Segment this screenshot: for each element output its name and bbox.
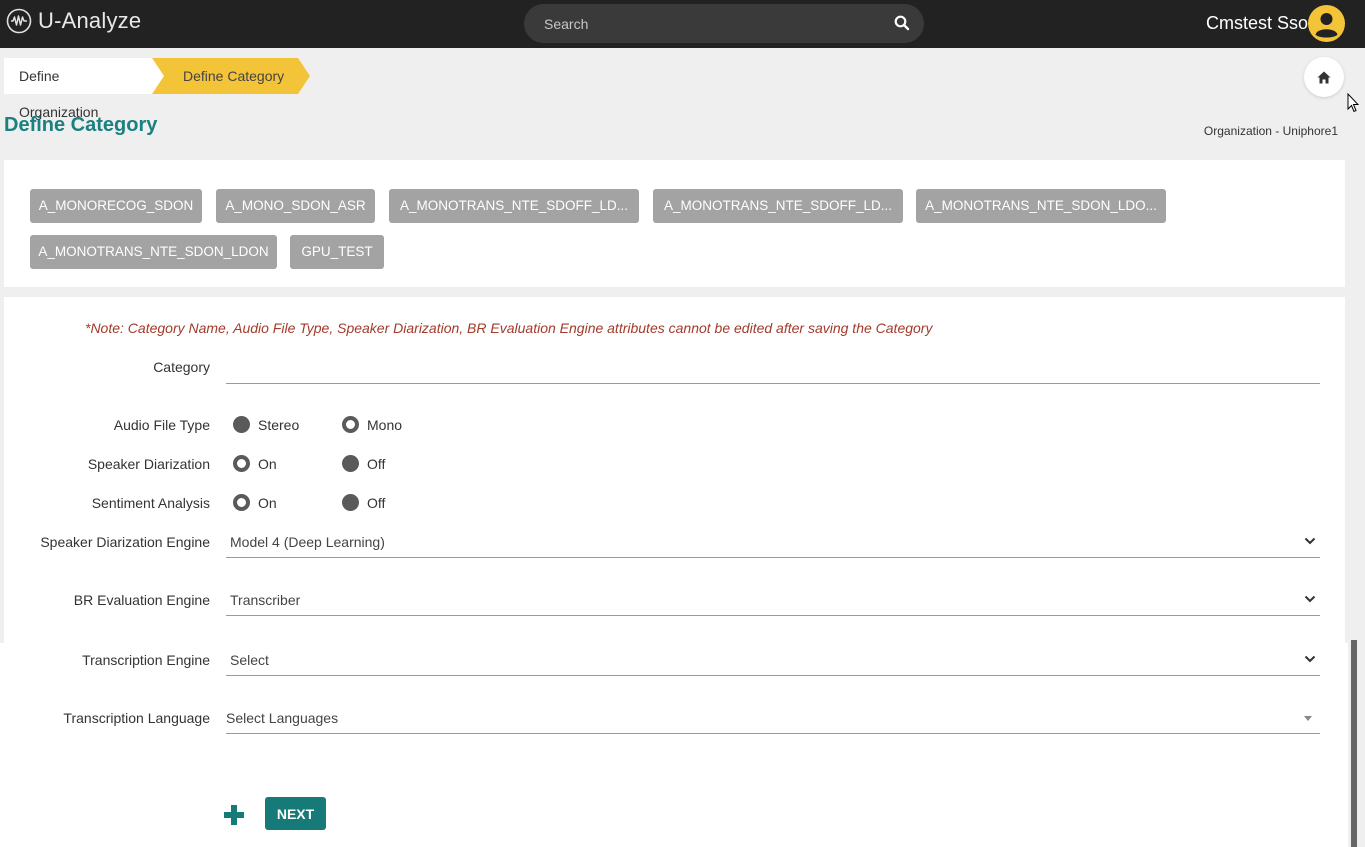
category-chip[interactable]: GPU_TEST — [290, 235, 384, 269]
br-evaluation-engine-label: BR Evaluation Engine — [73, 592, 210, 608]
waveform-logo-icon — [6, 8, 32, 34]
home-icon — [1317, 71, 1331, 83]
top-bar: U-Analyze Cmstest Sso — [0, 0, 1365, 48]
select-value: Select — [230, 652, 269, 668]
mouse-cursor-icon — [1347, 93, 1359, 113]
speaker-diarization-engine-select[interactable]: Model 4 (Deep Learning) — [226, 528, 1320, 558]
radio-speaker-diarization-on[interactable]: On — [233, 455, 277, 472]
user-avatar-icon[interactable] — [1308, 5, 1345, 42]
chevron-down-icon — [1304, 655, 1316, 663]
scrollbar-thumb[interactable] — [1351, 640, 1357, 847]
radio-unselected-icon[interactable] — [342, 494, 359, 511]
breadcrumb: Define Organization Define Category — [4, 58, 310, 120]
radio-stereo[interactable]: Stereo — [233, 416, 299, 433]
speaker-diarization-engine-label: Speaker Diarization Engine — [40, 534, 210, 550]
radio-label: Off — [367, 494, 386, 511]
user-name[interactable]: Cmstest Sso — [1206, 13, 1308, 34]
breadcrumb-define-organization[interactable]: Define Organization — [4, 58, 164, 120]
category-chip[interactable]: A_MONORECOG_SDON — [30, 189, 202, 223]
audio-file-type-label: Audio File Type — [113, 417, 210, 433]
category-chip[interactable]: A_MONOTRANS_NTE_SDON_LDO... — [916, 189, 1166, 223]
radio-sentiment-on[interactable]: On — [233, 494, 277, 511]
speaker-diarization-label: Speaker Diarization — [87, 456, 210, 472]
search-icon[interactable] — [894, 15, 910, 31]
add-plus-icon[interactable] — [223, 804, 245, 826]
chevron-down-icon — [1304, 537, 1316, 545]
search-bar[interactable] — [524, 4, 924, 43]
transcription-engine-select[interactable]: Select — [226, 646, 1320, 676]
chevron-down-icon — [1304, 595, 1316, 603]
radio-label: Stereo — [258, 416, 300, 433]
radio-selected-icon[interactable] — [342, 416, 359, 433]
radio-label: Off — [367, 455, 386, 472]
select-placeholder: Select Languages — [226, 710, 339, 726]
sentiment-analysis-label: Sentiment Analysis — [91, 495, 210, 511]
app-title: U-Analyze — [38, 8, 142, 33]
page-title: Define Category — [4, 114, 158, 136]
category-chip[interactable]: A_MONOTRANS_NTE_SDOFF_LD... — [389, 189, 639, 223]
br-evaluation-engine-select[interactable]: Transcriber — [226, 586, 1320, 616]
radio-unselected-icon[interactable] — [342, 455, 359, 472]
radio-label: Mono — [367, 416, 403, 433]
select-value: Transcriber — [230, 592, 301, 608]
radio-mono[interactable]: Mono — [342, 416, 402, 433]
home-button[interactable] — [1304, 57, 1344, 97]
breadcrumb-define-category[interactable]: Define Category — [152, 58, 310, 94]
caret-down-icon — [1304, 716, 1312, 721]
category-chip[interactable]: A_MONO_SDON_ASR — [216, 189, 375, 223]
organization-label: Organization - Uniphore1 — [1203, 124, 1338, 138]
radio-sentiment-off[interactable]: Off — [342, 494, 385, 511]
radio-label: On — [258, 455, 277, 472]
select-value: Model 4 (Deep Learning) — [230, 534, 385, 550]
category-chip[interactable]: A_MONOTRANS_NTE_SDOFF_LD... — [653, 189, 903, 223]
next-button[interactable]: NEXT — [265, 797, 326, 830]
category-field[interactable] — [226, 354, 1320, 384]
transcription-engine-label: Transcription Engine — [82, 652, 210, 668]
radio-selected-icon[interactable] — [233, 494, 250, 511]
radio-speaker-diarization-off[interactable]: Off — [342, 455, 385, 472]
category-label: Category — [153, 359, 210, 375]
radio-label: On — [258, 494, 277, 511]
transcription-language-label: Transcription Language — [63, 710, 210, 726]
radio-selected-icon[interactable] — [233, 455, 250, 472]
category-chip[interactable]: A_MONOTRANS_NTE_SDON_LDON — [30, 235, 277, 269]
search-input[interactable] — [544, 12, 884, 35]
radio-unselected-icon[interactable] — [233, 416, 250, 433]
transcription-language-multiselect[interactable]: Select Languages — [226, 704, 1320, 734]
edit-note: *Note: Category Name, Audio File Type, S… — [85, 320, 933, 336]
category-input[interactable] — [226, 354, 1320, 382]
app-logo[interactable]: U-Analyze — [6, 8, 141, 34]
